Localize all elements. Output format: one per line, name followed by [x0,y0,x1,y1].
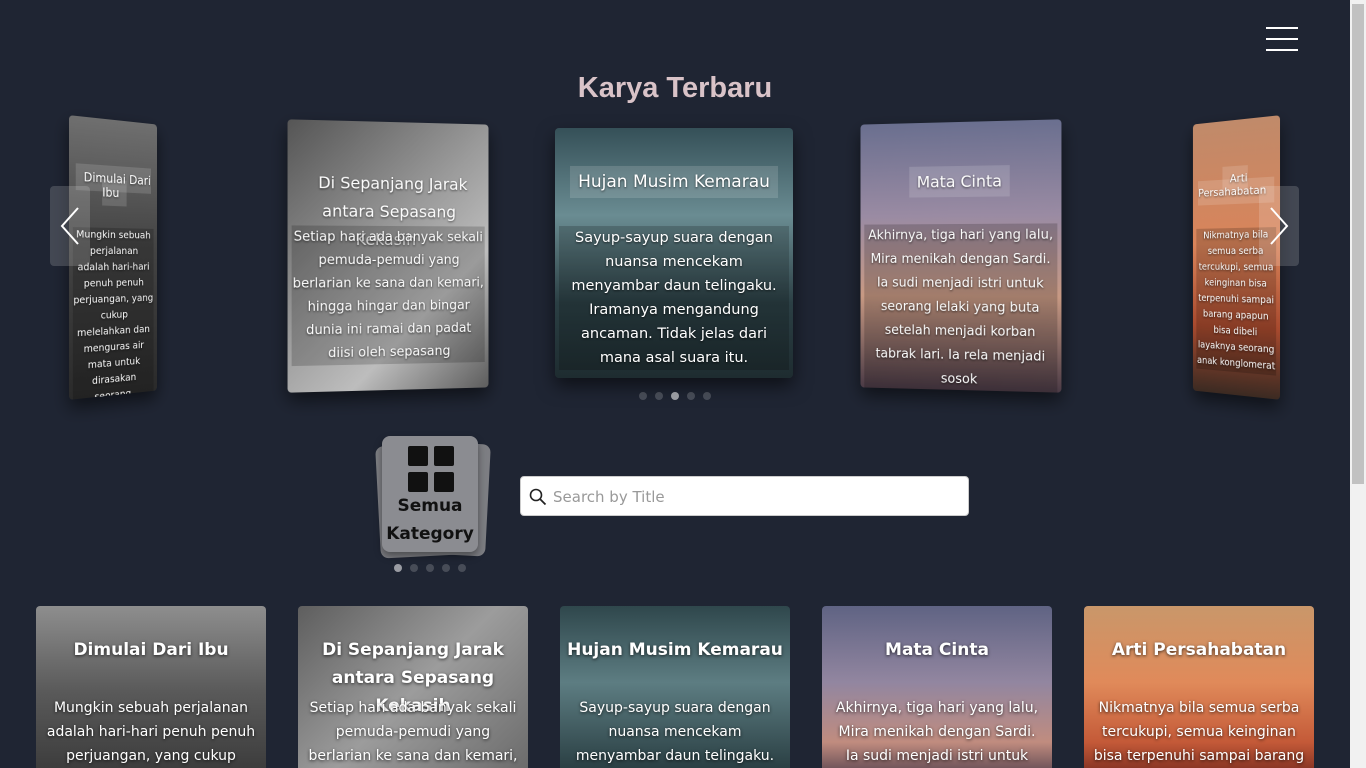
story-card-desc: Mungkin sebuah perjalanan adalah hari-ha… [46,700,256,764]
pagination-dot[interactable] [458,564,466,572]
hamburger-bar [1266,38,1298,40]
page-scrollbar[interactable] [1350,0,1366,768]
carousel-slide[interactable]: Di Sepanjang Jarak antara Sepasang Kekas… [287,119,489,393]
pagination-dot[interactable] [639,392,647,400]
chevron-left-icon [60,207,79,245]
category-carousel: Semua Kategory [375,436,491,559]
pagination-dot[interactable] [655,392,663,400]
carousel-slide-desc: Sayup-sayup suara dengan nuansa mencekam… [559,226,789,370]
hamburger-bar [1266,27,1298,29]
pagination-dot[interactable] [426,564,434,572]
category-label: Semua Kategory [386,496,474,544]
story-card[interactable]: Mata Cinta Akhirnya, tiga hari yang lalu… [822,606,1052,768]
story-card-title: Mata Cinta [885,640,989,660]
pagination-dot[interactable] [410,564,418,572]
carousel-slide[interactable]: Mata Cinta Akhirnya, tiga hari yang lalu… [860,119,1062,393]
featured-carousel: Dimulai Dari Ibu Mungkin sebuah perjalan… [0,110,1350,410]
pagination-dot[interactable] [442,564,450,572]
category-pagination [394,564,466,572]
search-icon [529,488,547,506]
story-card-title: Hujan Musim Kemarau [567,640,783,660]
carousel-slide-title: Mata Cinta [860,165,1061,198]
page-title: Karya Terbaru [577,72,773,104]
story-grid: Dimulai Dari Ibu Mungkin sebuah perjalan… [0,606,1350,768]
hamburger-menu-icon[interactable] [1266,27,1298,51]
carousel-slide-title: Hujan Musim Kemarau [555,166,793,198]
pagination-dot-active[interactable] [671,392,679,400]
pagination-dot[interactable] [703,392,711,400]
carousel-next-button[interactable] [1259,186,1299,266]
chevron-right-icon [1270,207,1289,245]
story-card[interactable]: Arti Persahabatan Nikmatnya bila semua s… [1084,606,1314,768]
story-card[interactable]: Di Sepanjang Jarak antara Sepasang Kekas… [298,606,528,768]
hamburger-bar [1266,49,1298,51]
story-card-desc: Akhirnya, tiga hari yang lalu, Mira meni… [835,700,1039,764]
story-card[interactable]: Hujan Musim Kemarau Sayup-sayup suara de… [560,606,790,768]
carousel-pagination [639,392,711,400]
search-box [520,476,969,516]
carousel-prev-button[interactable] [50,186,90,266]
carousel-slide-desc: Setiap hari ada banyak sekali pemuda-pem… [291,225,485,367]
pagination-dot-active[interactable] [394,564,402,572]
grid-icon [408,446,454,492]
search-input[interactable] [553,483,953,511]
scrollbar-thumb[interactable] [1352,4,1364,484]
story-card-desc: Nikmatnya bila semua serba tercukupi, se… [1093,700,1305,764]
story-card[interactable]: Dimulai Dari Ibu Mungkin sebuah perjalan… [36,606,266,768]
story-card-desc: Sayup-sayup suara dengan nuansa mencekam… [575,700,775,764]
category-card-all[interactable]: Semua Kategory [382,436,478,552]
story-card-title: Arti Persahabatan [1111,640,1287,660]
story-card-title: Dimulai Dari Ibu [73,640,229,660]
carousel-slide-desc: Akhirnya, tiga hari yang lalu, Mira meni… [864,223,1058,393]
carousel-slide-active[interactable]: Hujan Musim Kemarau Sayup-sayup suara de… [555,128,793,378]
pagination-dot[interactable] [687,392,695,400]
story-card-desc: Setiap hari ada banyak sekali pemuda-pem… [308,700,518,764]
